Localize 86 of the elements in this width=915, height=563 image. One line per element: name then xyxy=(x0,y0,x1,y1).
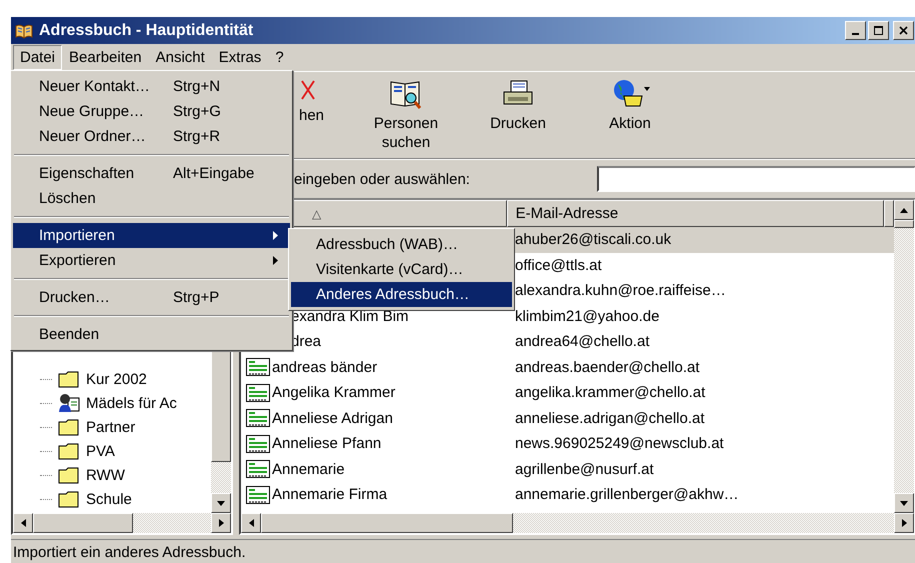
email-cell-text: andreas.baender@chello.at xyxy=(514,358,700,376)
left-arrow-icon xyxy=(248,519,254,527)
submenu-arrow-icon xyxy=(273,231,278,240)
right-arrow-icon xyxy=(902,519,906,527)
maximize-button[interactable] xyxy=(868,21,889,40)
folder-icon xyxy=(58,370,80,388)
search-label: eingeben oder auswählen: xyxy=(294,170,471,188)
book-icon xyxy=(15,22,33,38)
scrollbar[interactable] xyxy=(13,513,231,533)
toolbar-button[interactable]: hen xyxy=(289,78,337,125)
email-cell-text: news.969025249@newsclub.at xyxy=(514,435,724,452)
down-arrow-icon xyxy=(900,500,908,506)
menu-item[interactable]: Datei xyxy=(13,45,62,70)
maximize-icon xyxy=(874,26,884,36)
folder-name[interactable]: Kur 2002 xyxy=(86,370,147,388)
email-cell-text: klimbim21@yahoo.de xyxy=(514,308,660,325)
scrollbar[interactable] xyxy=(894,200,914,513)
email-cell-text: anneliese.adrigan@chello.at xyxy=(514,410,705,427)
email-cell-text: angelika.krammer@chello.at xyxy=(514,384,706,402)
close-icon xyxy=(898,26,908,36)
column-header[interactable]: E-Mail-Adresse xyxy=(506,200,884,227)
folder-name[interactable]: RWW xyxy=(86,466,125,484)
column-header[interactable] xyxy=(884,200,894,227)
right-arrow-icon xyxy=(218,519,224,527)
menu-entry[interactable]: Neuer Ordner… Strg+R xyxy=(13,124,290,149)
email-cell-text: agrillenbe@nusurf.at xyxy=(514,460,654,478)
menu-entry[interactable]: Eigenschaften Alt+Eingabe xyxy=(13,161,290,186)
email-cell-text: annemarie.grillenberger@akhw… xyxy=(514,486,739,504)
down-arrow-icon xyxy=(217,500,225,506)
scroll-thumb[interactable] xyxy=(894,220,914,228)
minimize-button[interactable] xyxy=(845,21,866,40)
folder-icon xyxy=(58,442,80,460)
toolbar-button[interactable]: Personen suchen xyxy=(356,78,456,152)
folder-icon xyxy=(58,466,80,484)
window-title: Adressbuch - Hauptidentität xyxy=(39,22,254,40)
folder-name[interactable]: Schule xyxy=(86,490,132,508)
status-text: Importiert ein anderes Adressbuch. xyxy=(13,544,246,560)
menu-entry[interactable]: Importieren xyxy=(13,223,290,248)
folder-icon xyxy=(58,490,80,508)
scroll-thumb[interactable] xyxy=(261,513,513,533)
contact-card-icon xyxy=(246,486,270,504)
contact-card-icon xyxy=(246,409,270,428)
list-row[interactable]: Annemarie Firma annemarie.grillenberger@akhw… xyxy=(241,482,894,508)
menu-item[interactable]: ? xyxy=(268,45,291,70)
folder-name[interactable]: Partner xyxy=(86,418,136,436)
up-arrow-icon xyxy=(900,208,908,212)
menu-entry[interactable]: Anderes Adressbuch… xyxy=(291,282,512,307)
list-row[interactable]: Anneliese Pfann news.969025249@newsclub.at xyxy=(241,431,894,456)
scroll-thumb[interactable] xyxy=(33,513,133,533)
contact-name: Annemarie Firma xyxy=(272,486,388,504)
menu-entry[interactable]: Neuer Kontakt… Strg+N xyxy=(13,74,290,99)
search-field[interactable] xyxy=(597,166,915,192)
list-row[interactable]: andreas bänder andreas.baender@chello.at xyxy=(241,354,894,380)
list-row[interactable]: Anneliese Adrigan anneliese.adrigan@chello.at xyxy=(241,406,894,431)
folder-name[interactable]: PVA xyxy=(86,442,115,460)
menu-entry[interactable]: Neue Gruppe… Strg+G xyxy=(13,99,290,124)
contact-name: Angelika Krammer xyxy=(272,384,396,402)
toolbar-button[interactable]: Aktion xyxy=(580,78,680,133)
toolbar-button[interactable]: Drucken xyxy=(468,78,568,133)
email-cell-text: andrea64@chello.at xyxy=(514,333,650,350)
menu-item[interactable]: Bearbeiten xyxy=(62,45,149,70)
menu-item[interactable]: Ansicht xyxy=(148,45,212,70)
menu-item[interactable]: Extras xyxy=(212,45,268,70)
menu-entry[interactable]: Drucken… Strg+P xyxy=(13,285,290,310)
contact-name: Anneliese Adrigan xyxy=(272,410,393,427)
left-arrow-icon xyxy=(20,519,26,527)
x-icon xyxy=(299,78,317,102)
menu-entry[interactable]: Visitenkarte (vCard)… xyxy=(291,257,512,282)
folder-name[interactable]: Mädels für Ac xyxy=(86,394,177,412)
people-icon xyxy=(58,393,80,413)
contact-name: Annemarie xyxy=(272,460,345,478)
menu-entry[interactable]: Beenden xyxy=(13,322,290,347)
close-button[interactable] xyxy=(893,21,914,40)
contact-card-icon xyxy=(246,460,270,478)
contact-card-icon xyxy=(246,358,270,376)
scrollbar[interactable] xyxy=(241,513,914,533)
contact-card-icon xyxy=(246,384,270,402)
email-cell-text: ahuber26@tiscali.co.uk xyxy=(514,231,672,248)
list-row[interactable]: Angelika Krammer angelika.krammer@chello.at xyxy=(241,380,894,406)
list-row[interactable]: Annemarie agrillenbe@nusurf.at xyxy=(241,456,894,482)
submenu-arrow-icon xyxy=(273,256,278,265)
contact-name: andreas bänder xyxy=(272,358,378,376)
contact-card-icon xyxy=(246,434,270,453)
minimize-icon xyxy=(852,33,859,35)
contact-name: Anneliese Pfann xyxy=(272,435,382,452)
folder-icon xyxy=(58,418,80,436)
